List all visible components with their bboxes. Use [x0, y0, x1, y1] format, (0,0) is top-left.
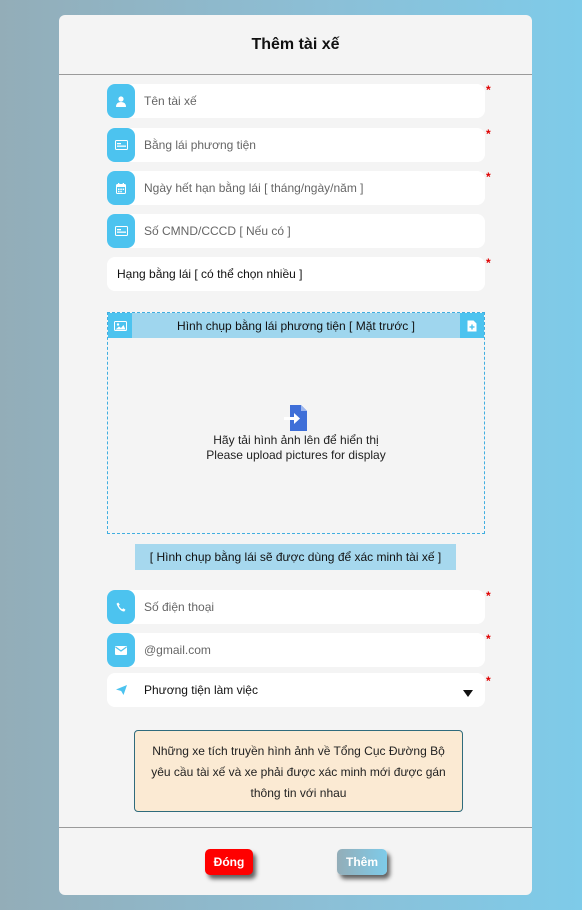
license-expiry-input[interactable] [144, 181, 464, 195]
paper-plane-icon [107, 685, 135, 695]
calendar-icon [107, 171, 135, 205]
id-card-icon [107, 128, 135, 162]
upload-placeholder: Hãy tải hình ảnh lên để hiển thị Please … [108, 405, 484, 463]
phone-input[interactable] [144, 600, 464, 614]
required-mark: * [486, 256, 491, 270]
add-button[interactable]: Thêm [337, 849, 387, 875]
required-mark: * [486, 632, 491, 646]
upload-hint-vi: Hãy tải hình ảnh lên để hiển thị [213, 433, 379, 447]
license-class-label: Hạng bằng lái [ có thể chọn nhiều ] [117, 267, 303, 281]
license-expiry-field[interactable] [107, 171, 485, 205]
required-mark: * [486, 127, 491, 141]
id-card-icon [107, 214, 135, 248]
user-icon [107, 84, 135, 118]
license-field[interactable] [107, 128, 485, 162]
footer-divider [59, 827, 532, 828]
required-mark: * [486, 170, 491, 184]
close-button[interactable]: Đóng [205, 849, 253, 875]
id-number-input[interactable] [144, 224, 464, 238]
add-driver-modal: Thêm tài xế * * * Hạng bằng lái [ có thể… [59, 15, 532, 895]
caret-down-icon [463, 686, 473, 700]
envelope-icon [107, 633, 135, 667]
license-input[interactable] [144, 138, 464, 152]
header-divider [59, 74, 532, 75]
verification-note: Những xe tích truyền hình ảnh về Tổng Cụ… [134, 730, 463, 812]
driver-name-input[interactable] [144, 94, 464, 108]
vehicle-select-label: Phương tiện làm việc [144, 683, 258, 697]
license-photo-dropzone[interactable]: Hình chụp bằng lái phương tiện [ Mặt trư… [107, 312, 485, 534]
required-mark: * [486, 83, 491, 97]
driver-name-field[interactable] [107, 84, 485, 118]
modal-title: Thêm tài xế [251, 36, 340, 53]
upload-title: Hình chụp bằng lái phương tiện [ Mặt trư… [177, 318, 415, 333]
vehicle-select[interactable]: Phương tiện làm việc [107, 673, 485, 707]
phone-field[interactable] [107, 590, 485, 624]
upload-caption: [ Hình chụp bằng lái sẽ được dùng để xác… [135, 544, 456, 570]
required-mark: * [486, 589, 491, 603]
phone-icon [107, 590, 135, 624]
email-field[interactable] [107, 633, 485, 667]
add-file-icon[interactable] [460, 313, 484, 338]
file-import-icon [108, 405, 484, 431]
image-icon [108, 313, 132, 338]
id-number-field[interactable] [107, 214, 485, 248]
upload-header: Hình chụp bằng lái phương tiện [ Mặt trư… [108, 313, 484, 338]
license-class-select[interactable]: Hạng bằng lái [ có thể chọn nhiều ] [107, 257, 485, 291]
email-input[interactable] [144, 643, 464, 657]
required-mark: * [486, 674, 491, 688]
upload-hint-en: Please upload pictures for display [206, 448, 386, 462]
